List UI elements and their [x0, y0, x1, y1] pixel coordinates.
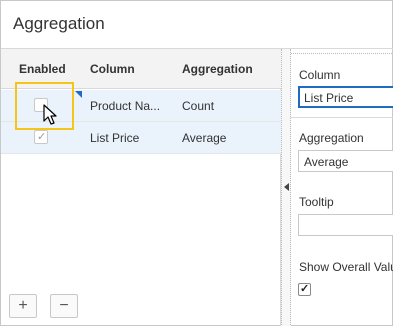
remove-button[interactable]: − — [50, 294, 78, 318]
tooltip-label: Tooltip — [299, 195, 334, 209]
column-label: Column — [299, 68, 341, 82]
header-column[interactable]: Column — [90, 62, 135, 76]
aggregation-dialog: Aggregation Enabled Column Aggregation P… — [0, 0, 393, 326]
panel-top-divider — [291, 53, 393, 54]
row-aggregation-cell[interactable]: Count — [182, 99, 214, 113]
check-icon: ✓ — [300, 283, 310, 295]
properties-panel: Column List Price Aggregation Average To… — [291, 49, 393, 326]
row-column-cell[interactable]: Product Na... — [90, 99, 176, 113]
mouse-pointer-icon — [43, 104, 57, 125]
dialog-title: Aggregation — [13, 14, 105, 33]
row-aggregation-cell[interactable]: Average — [182, 131, 226, 145]
row-column-cell[interactable]: List Price — [90, 131, 176, 145]
aggregation-label: Aggregation — [299, 131, 364, 145]
add-button[interactable]: + — [9, 294, 37, 318]
column-field[interactable]: List Price — [298, 86, 393, 108]
header-enabled[interactable]: Enabled — [19, 62, 66, 76]
check-icon: ✓ — [37, 131, 47, 143]
tooltip-field[interactable] — [298, 214, 393, 236]
cell-edit-marker-icon — [75, 91, 82, 98]
aggregation-select[interactable]: Average — [298, 150, 393, 172]
collapse-left-icon[interactable] — [284, 183, 289, 191]
show-overall-label: Show Overall Valu — [299, 260, 393, 274]
header-aggregation[interactable]: Aggregation — [182, 62, 253, 76]
section-divider — [291, 117, 393, 118]
show-overall-checkbox[interactable]: ✓ — [298, 283, 311, 296]
panel-splitter[interactable] — [281, 49, 291, 326]
row-enabled-checkbox[interactable]: ✓ — [34, 130, 48, 144]
